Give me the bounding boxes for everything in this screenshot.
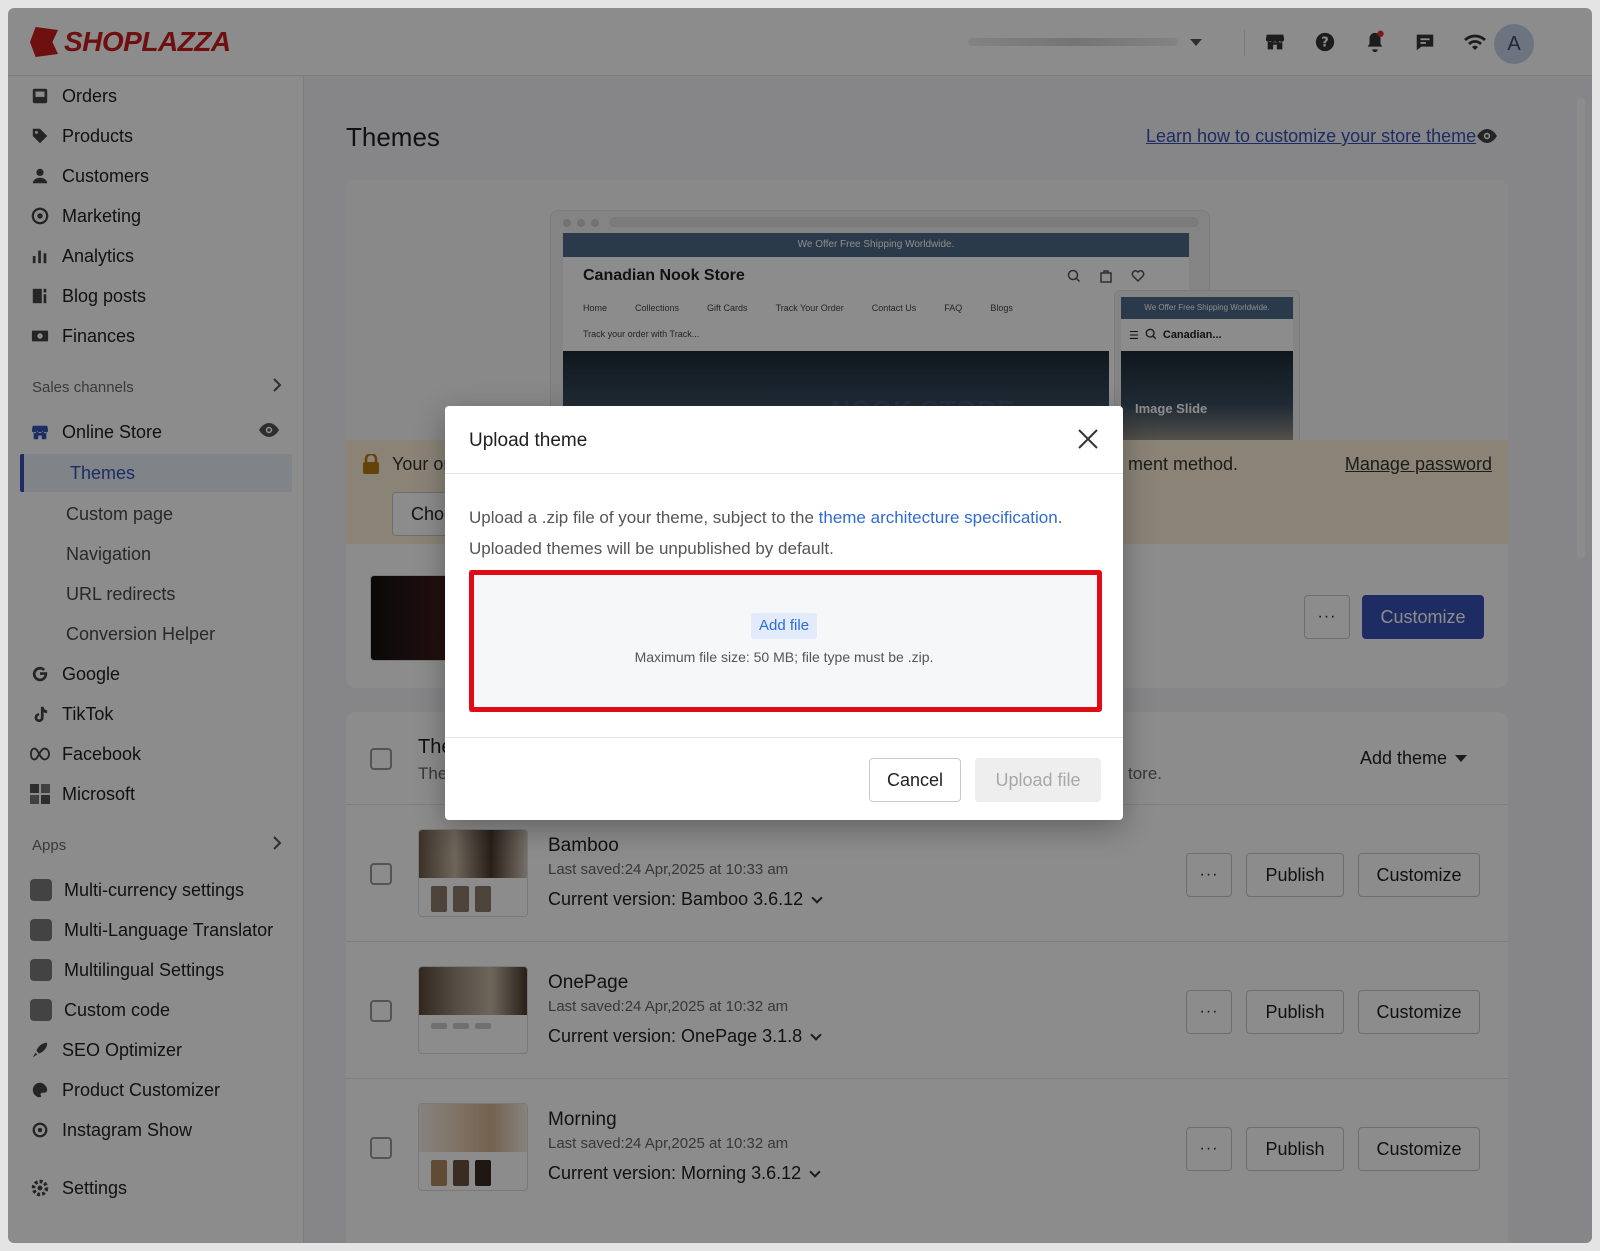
add-file-button[interactable]: Add file [751, 613, 818, 639]
file-size-hint: Maximum file size: 50 MB; file type must… [634, 649, 934, 665]
close-icon[interactable] [1075, 426, 1101, 452]
cancel-button[interactable]: Cancel [869, 758, 961, 802]
scrollbar-thumb[interactable] [1577, 98, 1585, 558]
modal-description: Upload a .zip file of your theme, subjec… [469, 502, 1099, 564]
theme-architecture-link[interactable]: theme architecture specification [819, 508, 1058, 527]
upload-file-button[interactable]: Upload file [975, 758, 1101, 802]
modal-desc-text: Upload a .zip file of your theme, subjec… [469, 508, 819, 527]
upload-theme-modal: Upload theme Upload a .zip file of your … [445, 406, 1123, 820]
modal-title: Upload theme [469, 430, 588, 451]
page-scrollbar[interactable] [1576, 88, 1586, 1238]
modal-footer: Cancel Upload file [445, 737, 1123, 820]
modal-header: Upload theme [445, 406, 1123, 474]
modal-desc-period: . [1057, 508, 1063, 527]
file-dropzone[interactable]: Add file Maximum file size: 50 MB; file … [469, 570, 1099, 712]
modal-desc-line2: Uploaded themes will be unpublished by d… [469, 539, 834, 558]
app-frame: SHOPLAZZA ? A Orders Products Customers … [8, 8, 1592, 1243]
